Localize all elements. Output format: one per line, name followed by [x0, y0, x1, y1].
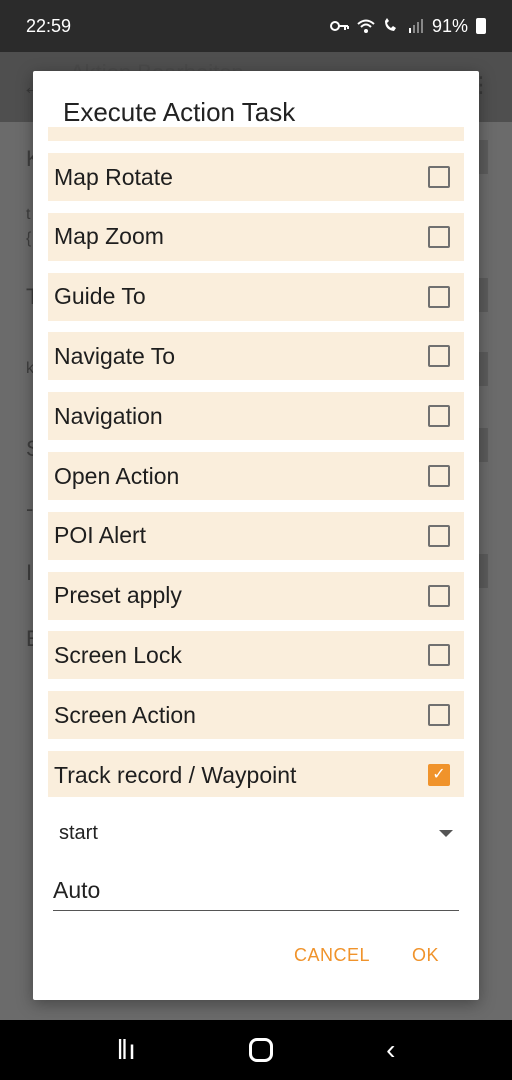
list-item-label: Open Action — [54, 462, 180, 489]
list-item[interactable]: Track record / Waypoint ✓ — [48, 751, 464, 797]
list-item[interactable]: Map Zoom — [48, 212, 464, 261]
cancel-button[interactable]: CANCEL — [294, 945, 370, 966]
battery-text: 91% — [431, 15, 468, 36]
status-right: 91% — [329, 15, 486, 37]
list-item[interactable]: Screen Lock — [48, 631, 464, 680]
list-item-label: Preset apply — [54, 582, 182, 609]
checkbox[interactable] — [428, 584, 450, 607]
background-label: t — [26, 206, 31, 223]
wifi-icon — [357, 19, 375, 33]
status-icons — [329, 18, 424, 34]
value-input-text: Auto — [53, 877, 101, 903]
background-field — [478, 428, 488, 462]
background-field — [478, 278, 488, 312]
dropdown-arrow-icon — [439, 829, 453, 837]
wifi-call-icon — [384, 18, 396, 31]
background-field — [478, 140, 488, 174]
key-icon — [329, 21, 349, 31]
list-item[interactable]: Preset apply — [48, 571, 464, 620]
checkbox[interactable] — [428, 405, 450, 428]
list-item[interactable]: Screen Action — [48, 691, 464, 740]
status-bar: 22:59 91% — [0, 0, 512, 52]
dialog-title: Execute Action Task — [63, 97, 296, 127]
list-item-label: Guide To — [54, 283, 146, 310]
list-item-label: Map Rotate — [54, 163, 173, 190]
checkbox-checked[interactable]: ✓ — [428, 764, 450, 786]
list-item[interactable]: Navigate To — [48, 332, 464, 381]
checkbox[interactable] — [428, 285, 450, 308]
checkbox[interactable] — [428, 345, 450, 368]
list-item-label: Navigate To — [54, 342, 176, 369]
background-field — [478, 352, 488, 386]
checkbox[interactable] — [428, 225, 450, 248]
execute-action-dialog: Execute Action Task Map Rotate Map Zoom Gu… — [33, 71, 479, 1000]
system-navigation-bar: ‖ı ‹ — [0, 1020, 512, 1080]
list-item-partial — [48, 127, 464, 141]
list-item-label: Navigation — [54, 402, 163, 429]
list-item[interactable]: Guide To — [48, 272, 464, 321]
checkbox[interactable] — [428, 644, 450, 667]
list-item-label: Screen Action — [54, 701, 196, 728]
back-icon[interactable]: ‹ — [386, 1034, 395, 1066]
list-item[interactable]: POI Alert — [48, 511, 464, 560]
checkbox[interactable] — [428, 704, 450, 727]
recent-apps-icon[interactable]: ‖ı — [117, 1034, 136, 1066]
ok-button[interactable]: OK — [412, 945, 439, 966]
action-list[interactable]: Map Rotate Map Zoom Guide To Navigate To Nav… — [48, 127, 464, 797]
dialog-actions: CANCEL OK — [294, 945, 439, 966]
list-item[interactable]: Map Rotate — [48, 153, 464, 201]
action-dropdown[interactable]: start — [59, 815, 455, 851]
list-item[interactable]: Open Action — [48, 452, 464, 500]
checkbox[interactable] — [428, 166, 450, 188]
dropdown-value: start — [59, 821, 98, 844]
list-item-label: POI Alert — [54, 522, 147, 549]
value-input[interactable]: Auto — [53, 871, 459, 911]
status-time: 22:59 — [26, 15, 72, 36]
checkbox[interactable] — [428, 465, 450, 487]
checkmark-icon: ✓ — [432, 766, 446, 783]
checkbox[interactable] — [428, 524, 450, 547]
background-field — [478, 554, 488, 588]
list-item[interactable]: Navigation — [48, 392, 464, 441]
list-item-label: Screen Lock — [54, 641, 182, 668]
signal-icon — [408, 19, 423, 33]
home-icon[interactable] — [249, 1038, 273, 1062]
battery-icon — [476, 18, 486, 34]
list-item-label: Map Zoom — [54, 223, 164, 250]
background-label: { — [26, 230, 32, 247]
background-label: I — [26, 560, 33, 585]
list-item-label: Track record / Waypoint — [54, 761, 297, 788]
